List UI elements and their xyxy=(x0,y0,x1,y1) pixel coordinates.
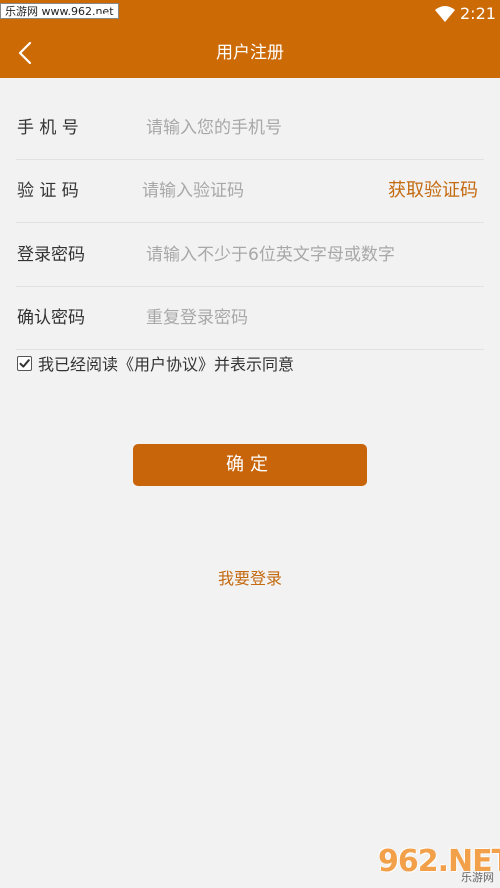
code-row: 验 证 码 获取验证码 xyxy=(16,159,484,223)
wifi-icon xyxy=(435,6,455,22)
watermark-bottom: 962.NET 乐游网 xyxy=(378,846,500,884)
get-code-button[interactable]: 获取验证码 xyxy=(388,159,478,223)
confirm-password-label: 确认密码 xyxy=(17,308,85,328)
page-title: 用户注册 xyxy=(216,43,284,63)
phone-label: 手 机 号 xyxy=(17,118,79,138)
watermark-caption: 乐游网 xyxy=(461,871,494,884)
checkmark-icon xyxy=(19,358,30,368)
agreement: 我已经阅读《用户协议》并表示同意 xyxy=(17,352,294,374)
login-link[interactable]: 我要登录 xyxy=(0,566,500,592)
confirm-password-input[interactable] xyxy=(146,304,466,332)
confirm-button[interactable]: 确定 xyxy=(133,444,367,486)
status-indicator xyxy=(96,14,108,16)
code-input[interactable] xyxy=(142,177,362,205)
phone-row: 手 机 号 xyxy=(16,96,484,160)
confirm-password-row: 确认密码 xyxy=(16,286,484,350)
agreement-text[interactable]: 我已经阅读《用户协议》并表示同意 xyxy=(38,351,294,375)
password-input[interactable] xyxy=(146,241,476,269)
password-label: 登录密码 xyxy=(17,245,85,265)
app-header: 用户注册 xyxy=(0,28,500,78)
phone-input[interactable] xyxy=(146,114,466,142)
watermark-top: 乐游网 www.962.net xyxy=(0,3,119,19)
status-bar: 乐游网 www.962.net 2:21 xyxy=(0,0,500,28)
agreement-checkbox[interactable] xyxy=(17,355,32,371)
status-time: 2:21 xyxy=(460,4,496,23)
chevron-left-icon[interactable] xyxy=(14,40,38,66)
code-label: 验 证 码 xyxy=(17,181,79,201)
password-row: 登录密码 xyxy=(16,223,484,287)
